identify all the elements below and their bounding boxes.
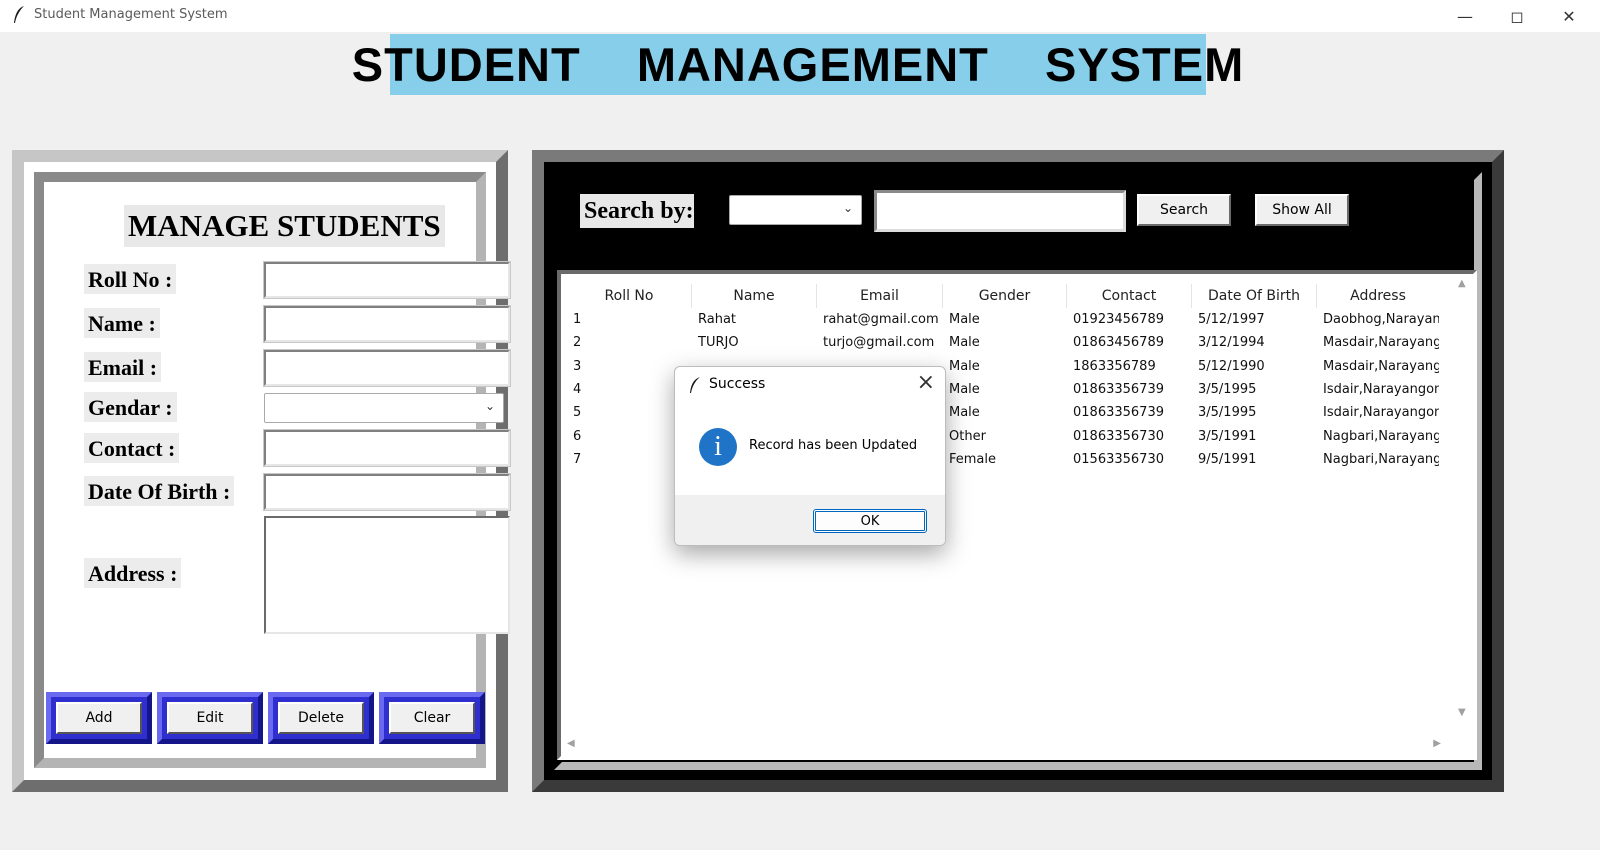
gender-select[interactable]: ⌄ [264, 393, 504, 423]
dialog-footer: OK [675, 495, 945, 545]
gender-label: Gendar : [84, 392, 177, 422]
cell-address: Masdair,Narayang( [1323, 335, 1439, 351]
column-header[interactable]: Contact [1067, 284, 1192, 308]
email-input[interactable] [263, 349, 511, 387]
cell-roll: 2 [573, 335, 582, 351]
dialog-message: Record has been Updated [749, 438, 918, 453]
info-icon: i [699, 428, 737, 466]
manage-students-inner: MANAGE STUDENTS Roll No : Name : Email :… [34, 172, 511, 768]
panel-title: MANAGE STUDENTS [124, 205, 445, 247]
cell-dob: 3/12/1994 [1198, 335, 1265, 351]
cell-contact: 01863356739 [1073, 381, 1164, 397]
address-textarea[interactable] [264, 516, 510, 634]
delete-button-frame: Delete [268, 692, 374, 744]
clear-button[interactable]: Clear [389, 702, 475, 734]
delete-button[interactable]: Delete [278, 702, 364, 734]
cell-roll: 1 [573, 312, 582, 327]
cell-gender: Male [949, 335, 980, 351]
dialog-title: Success [709, 376, 766, 392]
show-all-button[interactable]: Show All [1255, 194, 1349, 226]
scroll-up-icon[interactable]: ▲ [1458, 278, 1466, 289]
cell-gender: Other [949, 428, 986, 444]
column-header[interactable]: Email [817, 284, 943, 308]
roll-label: Roll No : [84, 264, 177, 294]
cell-dob: 3/5/1995 [1198, 405, 1257, 421]
chevron-down-icon: ⌄ [842, 201, 853, 215]
chevron-down-icon: ⌄ [484, 399, 495, 413]
cell-dob: 5/12/1990 [1198, 358, 1265, 374]
cell-contact: 01563356730 [1073, 451, 1164, 467]
table-header: Roll No Name Email Gender Contact Date O… [567, 284, 1439, 308]
cell-email: turjo@gmail.com [823, 335, 935, 351]
search-by-select[interactable]: ⌄ [729, 195, 862, 225]
cell-gender: Male [949, 358, 980, 374]
cell-contact: 01863356739 [1073, 405, 1164, 421]
roll-input[interactable] [263, 261, 511, 299]
close-icon[interactable]: ✕ [1544, 0, 1594, 32]
column-header[interactable]: Address [1317, 284, 1439, 308]
search-button[interactable]: Search [1137, 194, 1231, 226]
cell-address: Nagbari,Narayang( [1323, 428, 1439, 444]
window-title: Student Management System [34, 7, 228, 22]
cell-gender: Male [949, 312, 980, 327]
cell-address: Isdair,Narayangonj [1323, 381, 1439, 397]
name-label: Name : [84, 308, 160, 338]
cell-gender: Female [949, 451, 997, 467]
scroll-down-icon[interactable]: ▼ [1458, 707, 1466, 718]
cell-address: Isdair,Narayangonj [1323, 405, 1439, 421]
cell-contact: 01863356730 [1073, 428, 1164, 444]
cell-name: TURJO [698, 335, 739, 351]
scroll-left-icon[interactable]: ◀ [567, 738, 575, 749]
dob-input[interactable] [263, 473, 511, 511]
add-button-frame: Add [46, 692, 152, 744]
edit-button[interactable]: Edit [167, 702, 253, 734]
cell-name: Rahat [698, 312, 737, 327]
cell-gender: Male [949, 405, 980, 421]
table-row[interactable]: 2 TURJO turjo@gmail.com Male 01863456789 3/12… [567, 331, 1439, 354]
column-header[interactable]: Roll No [567, 284, 692, 308]
table-row[interactable]: 1 Rahat rahat@gmail.com Male 01923456789 5/12… [567, 308, 1439, 331]
cell-contact: 01863456789 [1073, 335, 1164, 351]
contact-input[interactable] [263, 429, 511, 467]
feather-icon [690, 377, 700, 393]
cell-dob: 9/5/1991 [1198, 451, 1257, 467]
contact-label: Contact : [84, 433, 180, 463]
dob-label: Date Of Birth : [84, 476, 235, 506]
email-label: Email : [84, 352, 162, 382]
manage-students-panel: MANAGE STUDENTS Roll No : Name : Email :… [12, 150, 511, 792]
add-button[interactable]: Add [56, 702, 142, 734]
cell-gender: Male [949, 381, 980, 397]
cell-address: Masdair,Narayang( [1323, 358, 1439, 374]
scroll-right-icon[interactable]: ▶ [1433, 738, 1441, 749]
column-header[interactable]: Gender [943, 284, 1067, 308]
edit-button-frame: Edit [157, 692, 263, 744]
name-input[interactable] [263, 305, 511, 343]
vertical-scrollbar[interactable]: ▲ ▼ [1455, 278, 1471, 718]
column-header[interactable]: Name [692, 284, 817, 308]
cell-email: rahat@gmail.com [823, 312, 939, 327]
search-input[interactable] [874, 190, 1126, 232]
success-dialog: Success × i Record has been Updated OK [674, 366, 946, 546]
search-by-label: Search by: [580, 194, 694, 228]
feather-icon [14, 6, 24, 23]
cell-address: Daobhog,Narayan( [1323, 312, 1439, 327]
cell-contact: 1863356789 [1073, 358, 1156, 374]
clear-button-frame: Clear [379, 692, 485, 744]
column-header[interactable]: Date Of Birth [1192, 284, 1317, 308]
horizontal-scrollbar[interactable]: ◀ ▶ [565, 736, 1443, 752]
minimize-icon[interactable]: — [1440, 0, 1490, 32]
maximize-icon[interactable]: ◻ [1492, 0, 1542, 32]
window-titlebar: Student Management System — ◻ ✕ [0, 0, 1600, 32]
close-icon[interactable]: × [917, 370, 935, 395]
cell-dob: 5/12/1997 [1198, 312, 1265, 327]
cell-address: Nagbari,Narayang( [1323, 451, 1439, 467]
cell-dob: 3/5/1995 [1198, 381, 1257, 397]
ok-button[interactable]: OK [813, 509, 927, 533]
cell-contact: 01923456789 [1073, 312, 1164, 327]
app-heading: STUDENT MANAGEMENT SYSTEM [352, 34, 1243, 95]
address-label: Address : [84, 558, 182, 588]
cell-dob: 3/5/1991 [1198, 428, 1257, 444]
